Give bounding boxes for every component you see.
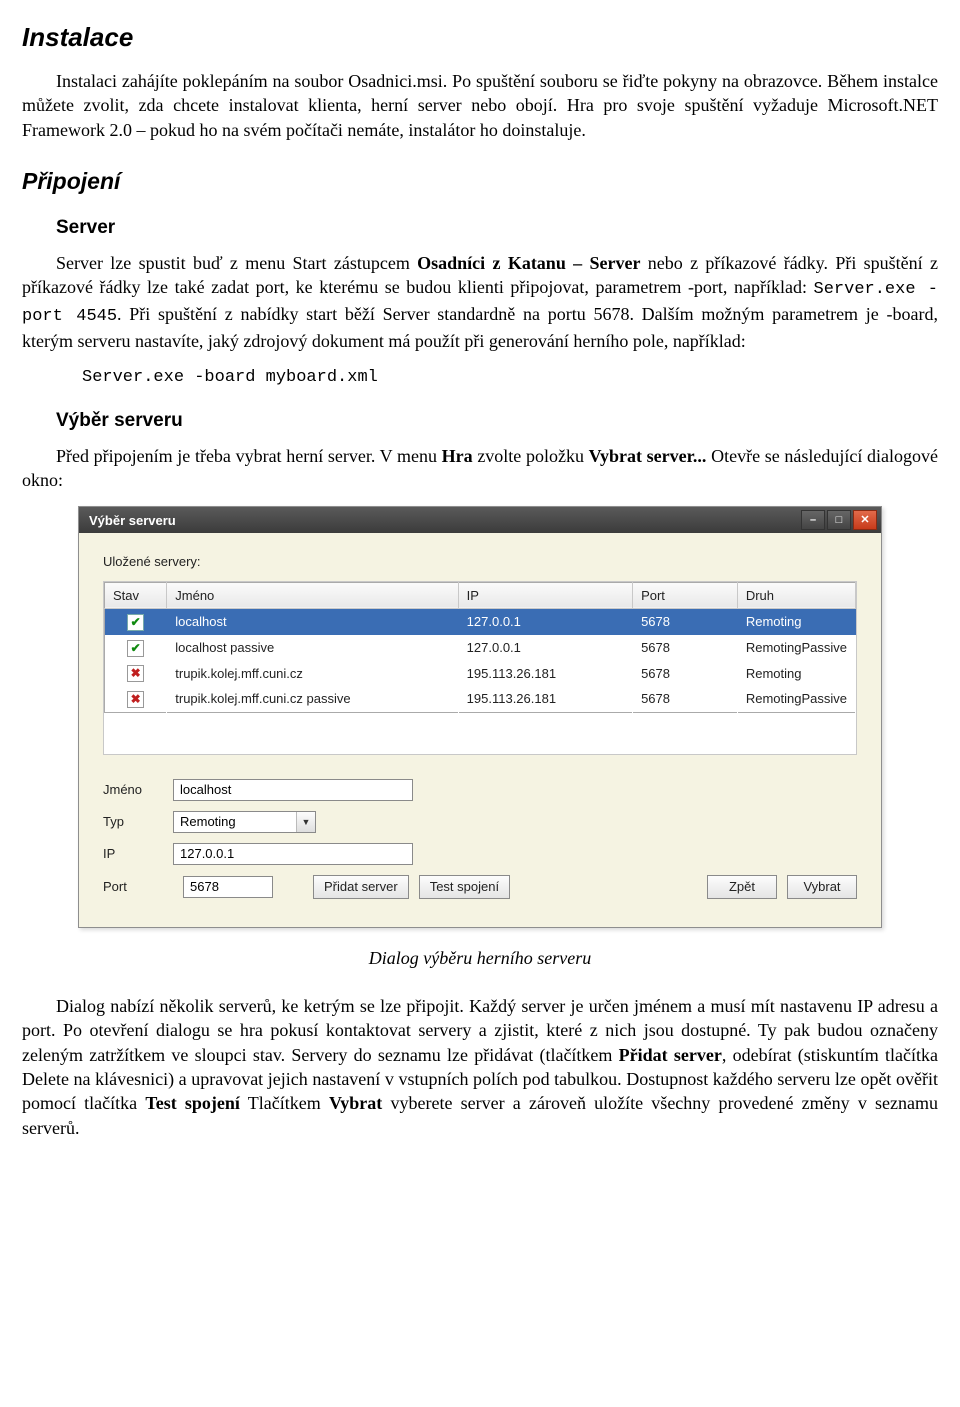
- cell-druh: Remoting: [737, 661, 855, 687]
- cell-jmeno: trupik.kolej.mff.cuni.cz passive: [167, 686, 458, 712]
- bold-vybrat-server: Vybrat server...: [589, 446, 707, 466]
- port-label: Port: [103, 878, 173, 896]
- cell-port: 5678: [633, 661, 738, 687]
- cell-port: 5678: [633, 635, 738, 661]
- col-ip[interactable]: IP: [458, 582, 632, 609]
- jmeno-input[interactable]: [173, 779, 413, 801]
- status-cell: ✖: [105, 661, 167, 687]
- cell-ip: 127.0.0.1: [458, 609, 632, 635]
- cross-icon: ✖: [127, 691, 144, 708]
- bold-test-spojeni: Test spojení: [145, 1093, 240, 1113]
- test-connection-button[interactable]: Test spojení: [419, 875, 510, 899]
- cell-jmeno: localhost: [167, 609, 458, 635]
- choose-button[interactable]: Vybrat: [787, 875, 857, 899]
- ip-label: IP: [103, 845, 173, 863]
- cell-port: 5678: [633, 609, 738, 635]
- table-row[interactable]: ✔ localhost127.0.0.15678Remoting: [105, 609, 856, 635]
- maximize-button[interactable]: □: [827, 510, 851, 530]
- heading-instalace: Instalace: [22, 20, 938, 55]
- dialog-caption: Dialog výběru herního serveru: [22, 946, 938, 970]
- bold-shortcut-name: Osadníci z Katanu – Server: [417, 253, 640, 273]
- typ-combobox[interactable]: ▼: [173, 811, 316, 833]
- bold-pridat-server: Přidat server: [619, 1045, 722, 1065]
- status-cell: ✖: [105, 686, 167, 712]
- back-button[interactable]: Zpět: [707, 875, 777, 899]
- add-server-button[interactable]: Přidat server: [313, 875, 409, 899]
- col-druh[interactable]: Druh: [737, 582, 855, 609]
- paragraph-final: Dialog nabízí několik serverů, ke ketrým…: [22, 994, 938, 1140]
- text: Server lze spustit buď z menu Start zást…: [56, 253, 417, 273]
- servers-table-area: Stav Jméno IP Port Druh ✔ localhost127.0.…: [103, 581, 857, 755]
- check-icon: ✔: [127, 640, 144, 657]
- cell-ip: 127.0.0.1: [458, 635, 632, 661]
- dialog-titlebar: Výběr serveru – □ ✕: [79, 507, 881, 533]
- saved-servers-label: Uložené servery:: [103, 553, 857, 571]
- paragraph-instalace: Instalaci zahájíte poklepáním na soubor …: [22, 69, 938, 142]
- col-jmeno[interactable]: Jméno: [167, 582, 458, 609]
- status-cell: ✔: [105, 635, 167, 661]
- text: zvolte položku: [473, 446, 589, 466]
- heading-server: Server: [56, 215, 938, 241]
- text: Před připojením je třeba vybrat herní se…: [56, 446, 442, 466]
- ip-input[interactable]: [173, 843, 413, 865]
- typ-label: Typ: [103, 813, 173, 831]
- text: Tlačítkem: [240, 1093, 329, 1113]
- dialog-title: Výběr serveru: [89, 512, 176, 530]
- check-icon: ✔: [127, 614, 144, 631]
- table-row[interactable]: ✔ localhost passive127.0.0.15678RemotingP…: [105, 635, 856, 661]
- dialog-vyber-serveru: Výběr serveru – □ ✕ Uložené servery: Sta…: [78, 506, 882, 928]
- paragraph-vyber: Před připojením je třeba vybrat herní se…: [22, 444, 938, 493]
- cross-icon: ✖: [127, 665, 144, 682]
- table-row[interactable]: ✖ trupik.kolej.mff.cuni.cz passive195.113…: [105, 686, 856, 712]
- text: . Při spuštění z nabídky start běží Serv…: [22, 304, 938, 351]
- minimize-button[interactable]: –: [801, 510, 825, 530]
- cell-ip: 195.113.26.181: [458, 686, 632, 712]
- cell-druh: RemotingPassive: [737, 686, 855, 712]
- heading-pripojeni: Připojení: [22, 166, 938, 197]
- bold-vybrat: Vybrat: [329, 1093, 382, 1113]
- cell-druh: RemotingPassive: [737, 635, 855, 661]
- heading-vyber-serveru: Výběr serveru: [56, 408, 938, 434]
- cell-jmeno: localhost passive: [167, 635, 458, 661]
- chevron-down-icon[interactable]: ▼: [296, 812, 315, 832]
- status-cell: ✔: [105, 609, 167, 635]
- col-port[interactable]: Port: [633, 582, 738, 609]
- server-form: Jméno Typ ▼ IP Port: [103, 779, 857, 899]
- jmeno-label: Jméno: [103, 781, 173, 799]
- cell-ip: 195.113.26.181: [458, 661, 632, 687]
- bold-menu-hra: Hra: [442, 446, 473, 466]
- cell-port: 5678: [633, 686, 738, 712]
- cell-jmeno: trupik.kolej.mff.cuni.cz: [167, 661, 458, 687]
- code-block: Server.exe -board myboard.xml: [82, 367, 938, 390]
- table-row[interactable]: ✖ trupik.kolej.mff.cuni.cz195.113.26.1815…: [105, 661, 856, 687]
- servers-table[interactable]: Stav Jméno IP Port Druh ✔ localhost127.0.…: [104, 582, 856, 713]
- typ-combobox-text[interactable]: [174, 813, 296, 831]
- cell-druh: Remoting: [737, 609, 855, 635]
- paragraph-server: Server lze spustit buď z menu Start zást…: [22, 251, 938, 353]
- col-stav[interactable]: Stav: [105, 582, 167, 609]
- port-input[interactable]: [183, 876, 273, 898]
- close-button[interactable]: ✕: [853, 510, 877, 530]
